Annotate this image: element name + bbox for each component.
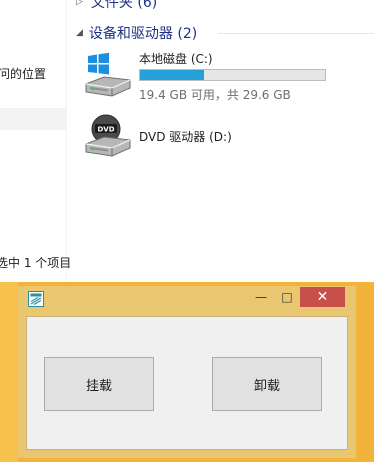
drive-usage-bar	[139, 69, 326, 81]
file-explorer-window: 问的位置 ▷ 文件夹 (6) ◢ 设备和驱动器 (2) 本地磁盘 (C:) 19…	[0, 0, 374, 282]
chevron-right-icon[interactable]: ▷	[76, 0, 83, 7]
svg-text:DVD: DVD	[97, 126, 114, 134]
drive-usage-fill	[140, 70, 204, 80]
drive-item-c[interactable]: 本地磁盘 (C:) 19.4 GB 可用，共 29.6 GB	[84, 50, 374, 106]
status-bar-text: 选中 1 个项目	[0, 256, 72, 270]
folders-section-label: 文件夹 (6)	[90, 0, 158, 11]
mount-dialog-window: — □ ✕ 挂载 卸载	[18, 286, 356, 458]
drive-name: DVD 驱动器 (D:)	[139, 130, 232, 144]
minimize-button[interactable]: —	[248, 287, 274, 307]
sidebar-divider	[66, 0, 67, 282]
close-button[interactable]: ✕	[300, 287, 345, 307]
hard-drive-windows-icon	[85, 52, 131, 97]
sidebar-item-location[interactable]: 问的位置	[0, 65, 46, 82]
mount-button[interactable]: 挂载	[44, 357, 154, 411]
section-divider	[218, 33, 374, 34]
dvd-drive-icon: DVD	[85, 114, 131, 157]
devices-section-label: 设备和驱动器 (2)	[88, 26, 198, 42]
desktop-edge	[0, 282, 18, 462]
maximize-button[interactable]: □	[274, 287, 300, 307]
drive-item-d[interactable]: DVD DVD 驱动器 (D:)	[84, 110, 374, 166]
unmount-button[interactable]: 卸载	[212, 357, 322, 411]
devices-section-header[interactable]: ◢ 设备和驱动器 (2)	[76, 23, 197, 43]
sidebar-selected-item[interactable]	[0, 108, 66, 130]
chevron-down-icon[interactable]: ◢	[76, 28, 83, 38]
folders-section-header[interactable]: ▷ 文件夹 (6)	[76, 0, 157, 11]
app-icon	[28, 291, 44, 307]
dialog-client-area: 挂载 卸载	[26, 316, 348, 450]
drive-free-space: 19.4 GB 可用，共 29.6 GB	[139, 88, 291, 102]
dialog-titlebar[interactable]: — □ ✕	[18, 286, 356, 312]
drive-name: 本地磁盘 (C:)	[139, 52, 213, 66]
